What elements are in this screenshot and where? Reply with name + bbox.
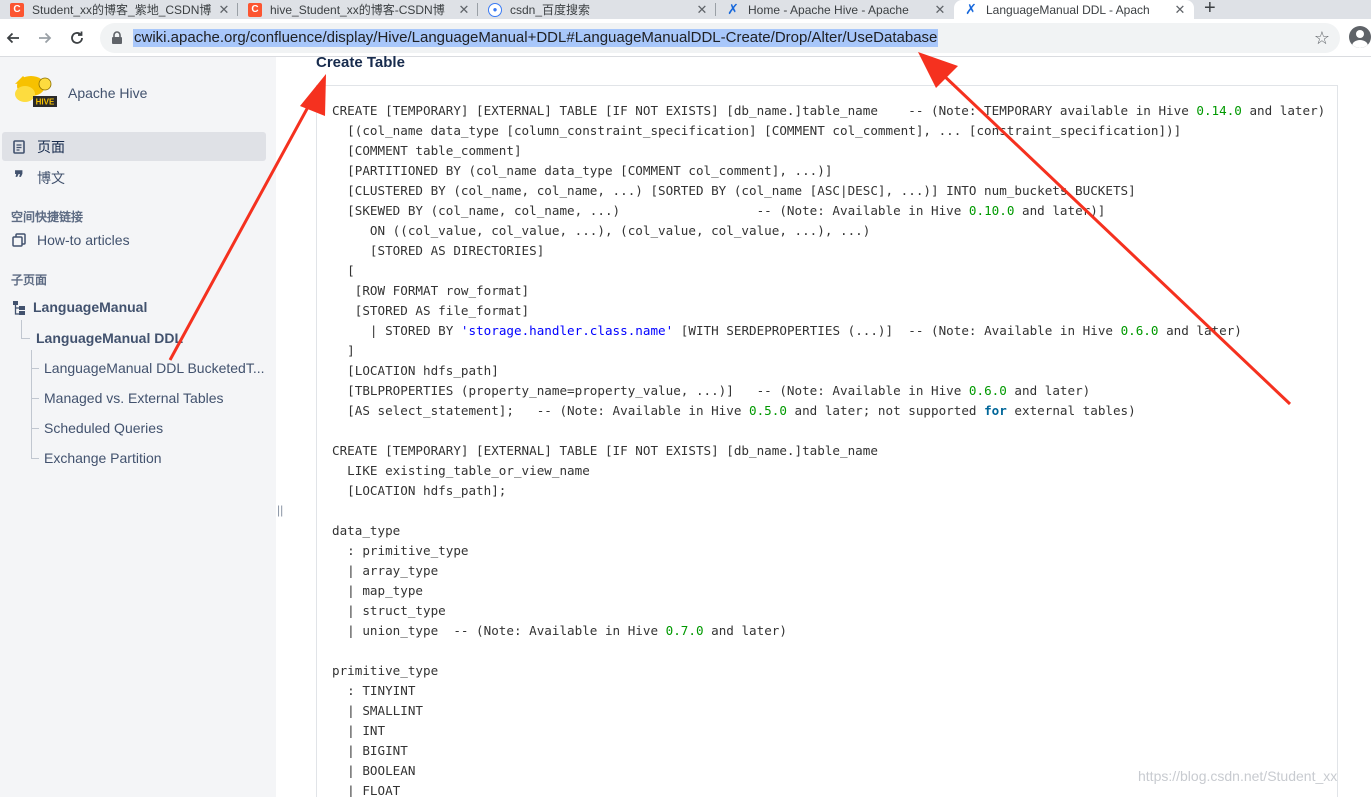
confluence-icon: ✗ [727, 1, 739, 17]
tab-2[interactable]: ● csdn_百度搜索 ✕ [478, 0, 716, 19]
code-line: [ [332, 263, 355, 278]
section-heading: Create Table [316, 54, 405, 71]
code-line: CREATE [TEMPORARY] [EXTERNAL] TABLE [IF … [332, 103, 1326, 118]
tab-0[interactable]: C Student_xx的博客_紫地_CSDN博 ✕ [0, 0, 238, 19]
sidebar-item-label: 页面 [37, 138, 65, 155]
code-line: LIKE existing_table_or_view_name [332, 463, 590, 478]
sidebar-item-howto[interactable]: How-to articles [2, 225, 266, 254]
profile-avatar-icon[interactable] [1349, 26, 1371, 48]
code-line: | map_type [332, 583, 423, 598]
close-icon[interactable]: ✕ [694, 2, 710, 18]
baidu-paw-icon: ● [488, 2, 502, 17]
code-line: [COMMENT table_comment] [332, 143, 522, 158]
code-line: [LOCATION hdfs_path] [332, 363, 499, 378]
code-text: CREATE [TEMPORARY] [EXTERNAL] TABLE [IF … [332, 101, 1325, 797]
bookmark-star-icon[interactable]: ☆ [1314, 28, 1330, 49]
tab-strip: C Student_xx的博客_紫地_CSDN博 ✕ C hive_Studen… [0, 0, 1371, 19]
code-block: CREATE [TEMPORARY] [EXTERNAL] TABLE [IF … [316, 85, 1338, 797]
code-line: [PARTITIONED BY (col_name data_type [COM… [332, 163, 833, 178]
code-line: : primitive_type [332, 543, 469, 558]
tab-4[interactable]: ✗ LanguageManual DDL - Apach ✕ [954, 0, 1194, 19]
code-line: [SKEWED BY (col_name, col_name, ...) -- … [332, 203, 1106, 218]
space-name[interactable]: Apache Hive [68, 85, 147, 101]
browser-toolbar: cwiki.apache.org/confluence/display/Hive… [0, 19, 1371, 57]
tab-title: LanguageManual DDL - Apach [986, 2, 1150, 17]
page-tree-icon [13, 301, 25, 320]
lock-icon[interactable] [111, 31, 123, 45]
code-line: [TBLPROPERTIES (property_name=property_v… [332, 383, 1091, 398]
code-line: [STORED AS DIRECTORIES] [332, 243, 545, 258]
hive-logo: HIVE [15, 76, 57, 107]
watermark: https://blog.csdn.net/Student_xx [1138, 768, 1338, 784]
code-line: primitive_type [332, 663, 439, 678]
tree-item-current[interactable]: LanguageManual DDL [36, 330, 183, 346]
code-line: : TINYINT [332, 683, 416, 698]
arrow-right-icon [39, 32, 52, 44]
code-line: | union_type -- (Note: Available in Hive… [332, 623, 787, 638]
tab-title: Student_xx的博客_紫地_CSDN博 [32, 3, 212, 17]
code-line: [STORED AS file_format] [332, 303, 530, 318]
code-line: CREATE [TEMPORARY] [EXTERNAL] TABLE [IF … [332, 443, 878, 458]
confluence-icon: ✗ [965, 1, 977, 17]
reload-button[interactable] [65, 26, 89, 50]
tree-item-child[interactable]: Scheduled Queries [44, 420, 163, 436]
quote-icon: ❞ [14, 167, 24, 188]
code-line: | SMALLINT [332, 703, 423, 718]
code-line: | BIGINT [332, 743, 408, 758]
shortcuts-heading: 空间快捷链接 [11, 210, 84, 224]
reload-icon [71, 31, 83, 44]
space-sidebar: HIVE Apache Hive 页面 ❞ 博文 空间快捷链接 How-to a… [0, 57, 276, 797]
sidebar-item-blog[interactable]: ❞ 博文 [2, 163, 266, 192]
tree-item-child[interactable]: LanguageManual DDL BucketedT... [44, 360, 265, 376]
close-icon[interactable]: ✕ [456, 2, 472, 18]
code-line: | INT [332, 723, 386, 738]
csdn-icon: C [248, 2, 262, 17]
code-line: ] [332, 343, 355, 358]
tab-title: csdn_百度搜索 [510, 3, 591, 17]
tree-item-root[interactable]: LanguageManual [33, 299, 147, 315]
copy-icon [11, 232, 27, 247]
close-icon[interactable]: ✕ [1172, 2, 1188, 18]
arrow-left-icon [6, 32, 19, 44]
tree-item-child[interactable]: Managed vs. External Tables [44, 390, 224, 406]
tab-title: hive_Student_xx的博客-CSDN博 [270, 3, 445, 17]
address-bar[interactable]: cwiki.apache.org/confluence/display/Hive… [100, 23, 1340, 53]
tree-item-child[interactable]: Exchange Partition [44, 450, 162, 466]
code-line: [CLUSTERED BY (col_name, col_name, ...) … [332, 183, 1136, 198]
code-line: [(col_name data_type [column_constraint_… [332, 123, 1182, 138]
code-line: [ROW FORMAT row_format] [332, 283, 530, 298]
code-line: [AS select_statement]; -- (Note: Availab… [332, 403, 1136, 418]
url-text[interactable]: cwiki.apache.org/confluence/display/Hive… [133, 29, 939, 47]
forward-button[interactable] [33, 26, 57, 50]
close-icon[interactable]: ✕ [932, 2, 948, 18]
sidebar-item-label: 博文 [37, 169, 65, 186]
close-icon[interactable]: ✕ [216, 2, 232, 18]
code-line: data_type [332, 523, 401, 538]
code-line: | struct_type [332, 603, 446, 618]
pages-icon [11, 139, 27, 154]
new-tab-button[interactable]: + [1204, 0, 1216, 20]
child-pages-heading: 子页面 [11, 273, 48, 287]
code-line: | STORED BY 'storage.handler.class.name'… [332, 323, 1242, 338]
sidebar-item-pages[interactable]: 页面 [2, 132, 266, 161]
tab-1[interactable]: C hive_Student_xx的博客-CSDN博 ✕ [238, 0, 478, 19]
sidebar-item-label: How-to articles [37, 231, 130, 248]
csdn-icon: C [10, 2, 24, 17]
sidebar-resize-handle[interactable]: || [277, 503, 283, 517]
logo-text: HIVE [36, 98, 55, 107]
tab-3[interactable]: ✗ Home - Apache Hive - Apache ✕ [716, 0, 954, 19]
tab-title: Home - Apache Hive - Apache [748, 2, 909, 17]
back-button[interactable] [1, 26, 25, 50]
code-line: ON ((col_value, col_value, ...), (col_va… [332, 223, 871, 238]
code-line: [LOCATION hdfs_path]; [332, 483, 507, 498]
code-line: | array_type [332, 563, 439, 578]
